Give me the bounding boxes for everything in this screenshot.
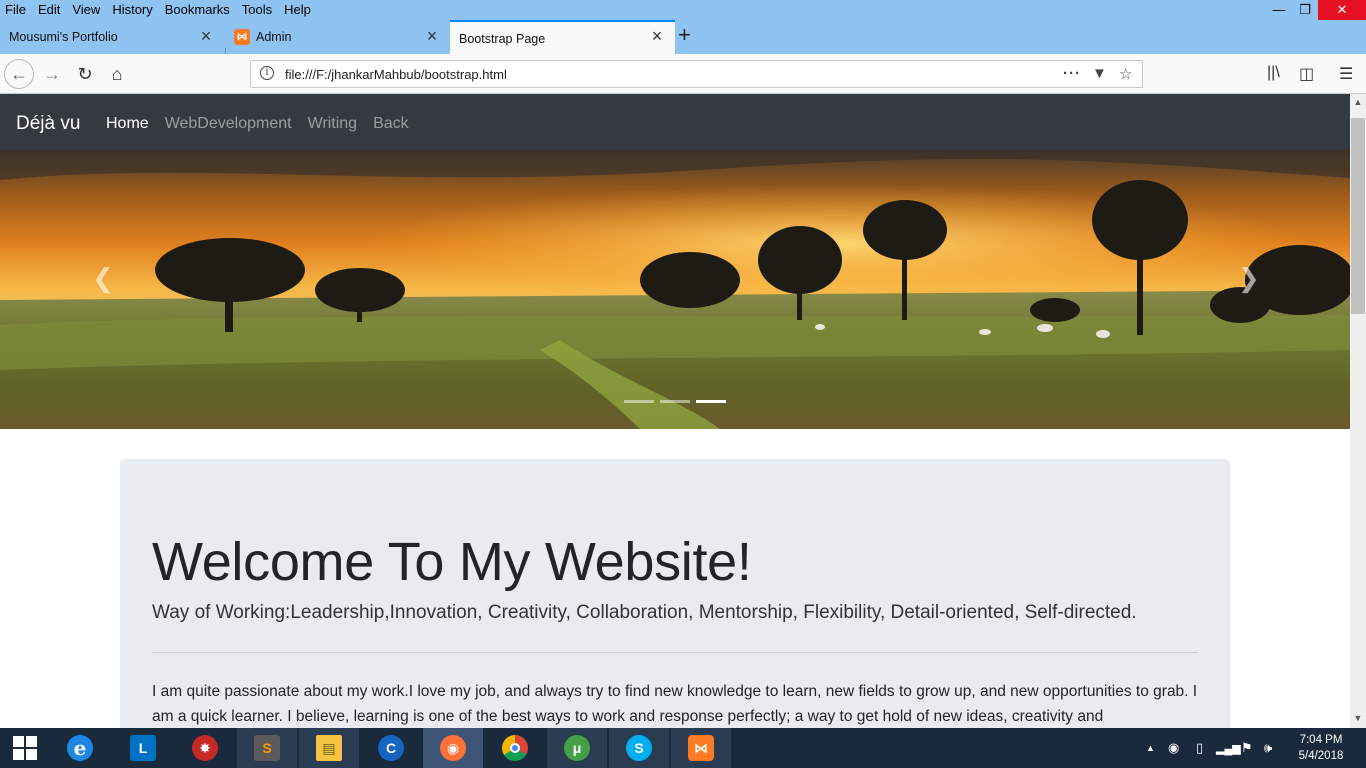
nav-back[interactable]: Back <box>373 115 409 133</box>
tab-mousumis-portfolio[interactable]: Mousumi's Portfolio × <box>0 20 224 54</box>
windows-taskbar: e L ✸ S ▤ C ◉ μ S ⋈ ▲ ◉ ▯ ▂▄▆ ⚑ 🕪 7:04 P… <box>0 728 1366 768</box>
pocket-icon[interactable]: ▼ <box>1092 65 1107 82</box>
chrome-icon <box>502 735 528 761</box>
carousel-indicator-3[interactable] <box>696 400 726 403</box>
skype-icon: S <box>626 735 652 761</box>
menu-history[interactable]: History <box>106 0 158 20</box>
menu-file[interactable]: File <box>0 0 32 20</box>
nav-writing[interactable]: Writing <box>308 115 358 133</box>
carousel-next-icon[interactable]: ❯ <box>1238 264 1260 294</box>
firefox-icon: ◉ <box>440 735 466 761</box>
menu-help[interactable]: Help <box>278 0 317 20</box>
tab-title: Bootstrap Page <box>459 32 546 46</box>
taskbar-skype[interactable]: S <box>609 728 669 768</box>
minimize-button[interactable]: — <box>1266 0 1292 20</box>
info-icon[interactable]: i <box>260 66 274 80</box>
back-button[interactable]: ← <box>4 59 34 89</box>
menu-bar: File Edit View History Bookmarks Tools H… <box>0 0 1366 20</box>
windows-logo-icon <box>13 736 37 760</box>
taskbar-file-explorer[interactable]: ▤ <box>299 728 359 768</box>
menu-bookmarks[interactable]: Bookmarks <box>159 0 236 20</box>
tab-bootstrap-page[interactable]: Bootstrap Page × <box>450 20 675 54</box>
divider <box>152 652 1198 653</box>
page-viewport: Déjà vu Home WebDevelopment Writing Back <box>0 94 1350 728</box>
taskbar-lync[interactable]: L <box>113 728 173 768</box>
image-carousel: ❮ ❯ <box>0 150 1350 429</box>
battery-icon[interactable]: ▯ <box>1196 740 1203 756</box>
hamburger-menu-icon[interactable]: ☰ <box>1339 64 1353 84</box>
ccleaner-tray-icon[interactable]: ◉ <box>1168 740 1179 756</box>
sidebar-icon[interactable]: ◫ <box>1299 64 1314 84</box>
browser-toolbar: ← → ↻ ⌂ i file:///F:/jhankarMahbub/boots… <box>0 54 1366 94</box>
url-text[interactable]: file:///F:/jhankarMahbub/bootstrap.html <box>285 67 507 82</box>
system-clock[interactable]: 7:04 PM 5/4/2018 <box>1290 732 1352 764</box>
carousel-indicator-1[interactable] <box>624 400 654 403</box>
action-center-flag-icon[interactable]: ⚑ <box>1241 740 1253 756</box>
forward-button[interactable]: → <box>38 60 66 88</box>
scroll-up-icon[interactable]: ▲ <box>1350 97 1366 107</box>
xampp-icon: ⋈ <box>688 735 714 761</box>
jumbotron: Welcome To My Website! Way of Working:Le… <box>120 459 1230 728</box>
taskbar-ccleaner[interactable]: C <box>361 728 421 768</box>
clock-time: 7:04 PM <box>1299 734 1343 746</box>
security-app-icon: ✸ <box>192 735 218 761</box>
site-nav-links: Home WebDevelopment Writing Back <box>106 115 409 133</box>
start-button[interactable] <box>0 728 50 768</box>
page-actions-icon[interactable]: ··· <box>1063 65 1081 82</box>
carousel-indicator-2[interactable] <box>660 400 690 403</box>
tab-admin[interactable]: ⋈ Admin × <box>226 20 450 54</box>
scrollbar-thumb[interactable] <box>1351 118 1365 314</box>
maximize-button[interactable]: ❐ <box>1292 0 1318 20</box>
close-tab-icon[interactable]: × <box>422 26 442 46</box>
ccleaner-icon: C <box>378 735 404 761</box>
tab-title: Mousumi's Portfolio <box>9 30 118 44</box>
tab-title: Admin <box>256 30 292 44</box>
menu-edit[interactable]: Edit <box>32 0 66 20</box>
sunset-landscape-image <box>0 150 1350 429</box>
bookmark-star-icon[interactable]: ☆ <box>1119 65 1132 83</box>
show-hidden-icons-icon[interactable]: ▲ <box>1146 743 1155 753</box>
xampp-favicon-icon: ⋈ <box>234 29 250 45</box>
window-close-button[interactable]: ✕ <box>1318 0 1366 20</box>
volume-icon[interactable]: 🕪 <box>1264 740 1272 756</box>
url-bar[interactable]: i file:///F:/jhankarMahbub/bootstrap.htm… <box>250 60 1143 88</box>
file-explorer-icon: ▤ <box>316 735 342 761</box>
close-tab-icon[interactable]: × <box>196 26 216 46</box>
new-tab-button[interactable]: + <box>678 23 691 47</box>
reload-button[interactable]: ↻ <box>71 60 99 88</box>
taskbar-security-app[interactable]: ✸ <box>175 728 235 768</box>
menu-view[interactable]: View <box>66 0 106 20</box>
taskbar-chrome[interactable] <box>485 728 545 768</box>
home-icon[interactable]: ⌂ <box>103 60 131 88</box>
carousel-indicators <box>624 400 726 403</box>
lead-text: Way of Working:Leadership,Innovation, Cr… <box>152 602 1137 623</box>
internet-explorer-icon: e <box>67 735 93 761</box>
sublime-text-icon: S <box>254 735 280 761</box>
page-title: Welcome To My Website! <box>152 532 752 592</box>
vertical-scrollbar[interactable]: ▲ ▼ <box>1350 94 1366 728</box>
clock-date: 5/4/2018 <box>1298 750 1344 762</box>
utorrent-icon: μ <box>564 735 590 761</box>
nav-webdevelopment[interactable]: WebDevelopment <box>165 115 292 133</box>
lync-icon: L <box>130 735 156 761</box>
network-icon[interactable]: ▂▄▆ <box>1216 742 1241 755</box>
taskbar-xampp[interactable]: ⋈ <box>671 728 731 768</box>
site-brand[interactable]: Déjà vu <box>16 113 80 135</box>
library-icon[interactable]: ||\ <box>1267 64 1280 82</box>
taskbar-firefox[interactable]: ◉ <box>423 728 483 768</box>
taskbar-sublime-text[interactable]: S <box>237 728 297 768</box>
taskbar-internet-explorer[interactable]: e <box>50 728 110 768</box>
tab-strip: Mousumi's Portfolio × ⋈ Admin × Bootstra… <box>0 20 1366 66</box>
menu-items: File Edit View History Bookmarks Tools H… <box>0 0 317 20</box>
menu-tools[interactable]: Tools <box>236 0 278 20</box>
close-tab-icon[interactable]: × <box>647 26 667 46</box>
carousel-prev-icon[interactable]: ❮ <box>92 264 114 294</box>
site-navbar: Déjà vu Home WebDevelopment Writing Back <box>0 94 1350 150</box>
scroll-down-icon[interactable]: ▼ <box>1350 713 1366 723</box>
nav-home[interactable]: Home <box>106 115 149 133</box>
intro-paragraph: I am quite passionate about my work.I lo… <box>152 683 1198 725</box>
taskbar-utorrent[interactable]: μ <box>547 728 607 768</box>
